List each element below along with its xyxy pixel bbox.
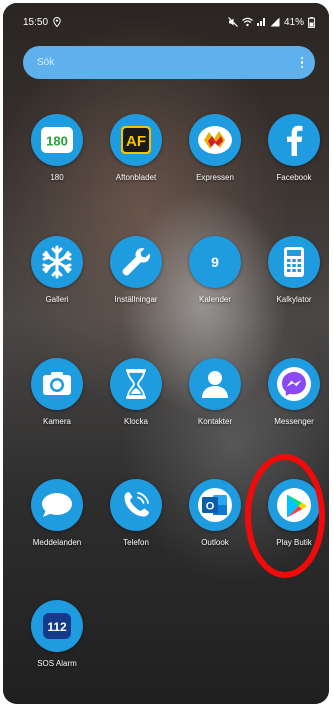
app-label: Klocka — [123, 417, 148, 426]
svg-text:9: 9 — [211, 254, 219, 270]
app-installningar[interactable]: Inställningar — [96, 236, 176, 304]
app-kalender[interactable]: 9 Kalender — [175, 236, 255, 304]
svg-text:180: 180 — [46, 134, 68, 149]
app-telefon[interactable]: Telefon — [96, 479, 176, 547]
app-outlook[interactable]: O Outlook — [175, 479, 255, 547]
app-kamera[interactable]: Kamera — [17, 358, 97, 426]
app-label: Kalender — [198, 295, 232, 304]
app-label: Kamera — [42, 417, 71, 426]
camera-icon — [31, 358, 83, 410]
app-kalkylator[interactable]: Kalkylator — [254, 236, 329, 304]
app-expressen[interactable]: Expressen — [175, 114, 255, 182]
chat-bubble-icon — [31, 479, 83, 531]
app-label: Inställningar — [114, 295, 158, 304]
messenger-icon — [268, 358, 320, 410]
app-meddelanden[interactable]: Meddelanden — [17, 479, 97, 547]
wrench-icon — [110, 236, 162, 288]
person-icon — [189, 358, 241, 410]
svg-text:AF: AF — [126, 133, 146, 150]
outlook-icon: O — [189, 479, 241, 531]
aftonbladet-icon: AF — [110, 114, 162, 166]
expressen-icon — [189, 114, 241, 166]
app-label: Telefon — [123, 538, 149, 547]
app-label: SOS Alarm — [37, 659, 77, 668]
svg-text:112: 112 — [47, 620, 67, 634]
app-label: Kontakter — [197, 417, 233, 426]
app-label: Meddelanden — [32, 538, 82, 547]
hourglass-icon — [110, 358, 162, 410]
app-label: Outlook — [201, 538, 229, 547]
app-grid: 180 180 AF Aftonbladet Expressen Faceboo… — [3, 3, 329, 704]
app-klocka[interactable]: Klocka — [96, 358, 176, 426]
app-aftonbladet[interactable]: AF Aftonbladet — [96, 114, 176, 182]
app-messenger[interactable]: Messenger — [254, 358, 329, 426]
app-label: 180 — [50, 173, 64, 182]
sos-112-icon: 112 — [31, 600, 83, 652]
app-sos-alarm[interactable]: 112 SOS Alarm — [17, 600, 97, 668]
calculator-icon — [268, 236, 320, 288]
app-label: Kalkylator — [276, 295, 312, 304]
app-180[interactable]: 180 180 — [17, 114, 97, 182]
calendar-icon: 9 — [189, 236, 241, 288]
facebook-icon — [268, 114, 320, 166]
app-label: Play Butik — [276, 538, 312, 547]
app-label: Facebook — [276, 173, 312, 182]
app-kontakter[interactable]: Kontakter — [175, 358, 255, 426]
app-facebook[interactable]: Facebook — [254, 114, 329, 182]
phone-screen: 15:50 41% Sök 180 180 AF Aftonbladet Exp… — [3, 3, 329, 704]
app-galleri[interactable]: Galleri — [17, 236, 97, 304]
180-icon: 180 — [31, 114, 83, 166]
svg-text:O: O — [206, 501, 215, 513]
snowflake-icon — [31, 236, 83, 288]
app-label: Aftonbladet — [115, 173, 157, 182]
app-label: Galleri — [45, 295, 69, 304]
app-label: Expressen — [196, 173, 234, 182]
phone-icon — [110, 479, 162, 531]
play-store-icon — [268, 479, 320, 531]
app-play-butik[interactable]: Play Butik — [254, 479, 329, 547]
app-label: Messenger — [274, 417, 314, 426]
